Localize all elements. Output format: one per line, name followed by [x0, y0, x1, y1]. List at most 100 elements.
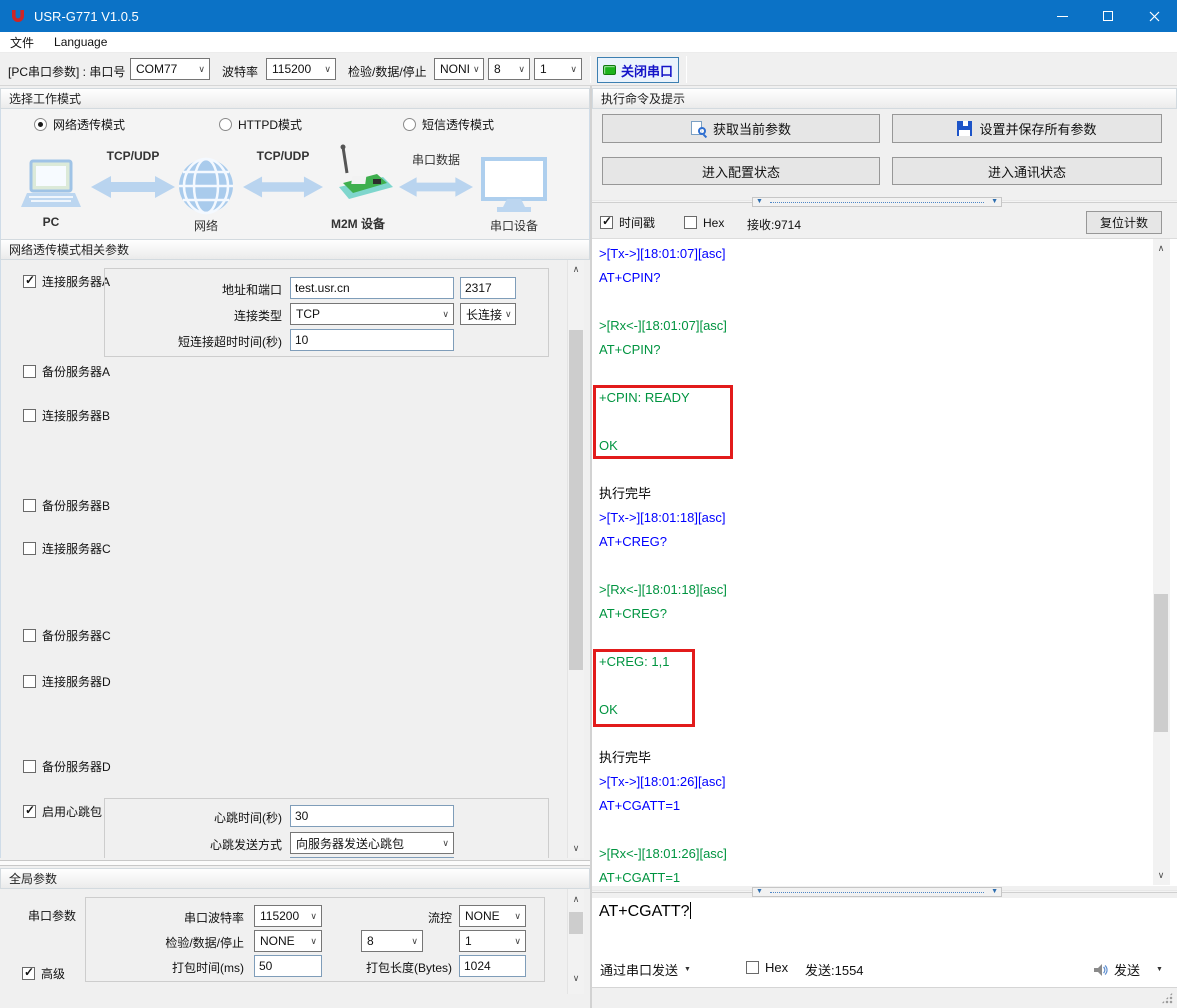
scroll-up-icon[interactable]: ∧	[568, 262, 584, 277]
radio-httpd[interactable]: HTTPD模式	[219, 117, 302, 132]
status-strip	[592, 987, 1177, 1008]
send-input-area[interactable]: AT+CGATT?	[592, 898, 1177, 950]
minimize-button[interactable]	[1039, 0, 1085, 32]
enter-config-button[interactable]: 进入配置状态	[602, 157, 880, 185]
maximize-button[interactable]	[1085, 0, 1131, 32]
checkbox-icon	[23, 365, 36, 378]
horizontal-splitter[interactable]: ▼ ▼	[592, 196, 1177, 208]
heartbeat-mode-select[interactable]: 向服务器发送心跳包∨	[290, 832, 454, 854]
global-databits-select[interactable]: 8∨	[361, 930, 423, 952]
send-hex-checkbox[interactable]: Hex	[746, 960, 788, 975]
menu-language[interactable]: Language	[44, 35, 117, 49]
arrow-icon	[91, 173, 175, 206]
splitter-triangle-icon: ▼	[753, 888, 766, 896]
backup-server-b-checkbox[interactable]: 备份服务器B	[23, 498, 110, 513]
pack-length-input[interactable]: 1024	[459, 955, 526, 977]
server-b-checkbox[interactable]: 连接服务器B	[23, 408, 110, 423]
splitter-handle[interactable]: ▼ ▼	[752, 197, 1002, 207]
timestamp-checkbox[interactable]: ✓ 时间戳	[600, 215, 655, 230]
server-c-checkbox[interactable]: 连接服务器C	[23, 541, 111, 556]
backup-server-a-checkbox[interactable]: 备份服务器A	[23, 364, 110, 379]
baud-label: 波特率	[222, 63, 258, 80]
heartbeat-groupbox: 心跳时间(秒) 30 心跳发送方式 向服务器发送心跳包∨	[104, 798, 549, 858]
log-line: AT+CGATT=1	[592, 794, 1177, 818]
highlight-box-creg	[593, 649, 695, 727]
log-line: AT+CGATT=1	[592, 866, 1177, 886]
server-a-checkbox[interactable]: ✓ 连接服务器A	[23, 274, 110, 289]
recv-hex-checkbox[interactable]: Hex	[684, 215, 724, 230]
scroll-up-icon[interactable]: ∧	[1153, 241, 1169, 256]
server-a-port-input[interactable]: 2317	[460, 277, 516, 299]
server-d-checkbox[interactable]: 连接服务器D	[23, 674, 111, 689]
horizontal-splitter[interactable]: ▼ ▼	[592, 886, 1177, 898]
arrow-icon	[243, 173, 323, 206]
radio-net-transparent[interactable]: 网络透传模式	[34, 117, 125, 132]
send-button[interactable]: 发送 ▼	[1092, 960, 1163, 979]
panel-divider[interactable]	[0, 860, 590, 866]
scroll-up-icon[interactable]: ∧	[568, 892, 584, 907]
global-scrollbar[interactable]: ∧ ∨	[567, 889, 584, 994]
scroll-down-icon[interactable]: ∨	[568, 841, 584, 856]
params-scrollbar[interactable]: ∧ ∨	[567, 260, 584, 858]
heartbeat-checkbox[interactable]: ✓ 启用心跳包	[23, 804, 102, 819]
pack-time-input[interactable]: 50	[254, 955, 322, 977]
radio-icon	[219, 118, 232, 131]
global-baud-select[interactable]: 115200∨	[254, 905, 322, 927]
scrollbar-thumb[interactable]	[569, 912, 583, 934]
scrollbar-thumb[interactable]	[1154, 594, 1168, 732]
get-params-button[interactable]: 获取当前参数	[602, 114, 880, 143]
splitter-handle[interactable]: ▼ ▼	[752, 887, 1002, 897]
clipped-field	[290, 857, 454, 858]
app-icon	[10, 8, 26, 24]
com-port-select[interactable]: COM77∨	[130, 58, 210, 80]
scrollbar-thumb[interactable]	[569, 330, 583, 670]
backup-server-d-checkbox[interactable]: 备份服务器D	[23, 759, 111, 774]
pc-icon	[19, 159, 83, 218]
network-label: 网络	[177, 217, 235, 234]
server-a-address-input[interactable]: test.usr.cn	[290, 277, 454, 299]
scroll-down-icon[interactable]: ∨	[1153, 868, 1169, 883]
window-title: USR-G771 V1.0.5	[34, 9, 139, 24]
reset-count-button[interactable]: 复位计数	[1086, 211, 1162, 234]
log-line: >[Rx<-][18:01:18][asc]	[592, 578, 1177, 602]
splitter-triangle-icon: ▼	[753, 198, 766, 206]
advanced-checkbox[interactable]: ✓ 高级	[22, 966, 65, 981]
server-a-connmode-select[interactable]: 长连接∨	[460, 303, 516, 325]
sent-count: 发送:1554	[805, 960, 864, 979]
menu-file[interactable]: 文件	[0, 34, 44, 51]
log-line: >[Rx<-][18:01:26][asc]	[592, 842, 1177, 866]
global-stopbits-select[interactable]: 1∨	[459, 930, 526, 952]
log-line: >[Rx<-][18:01:07][asc]	[592, 314, 1177, 338]
checkbox-icon	[23, 675, 36, 688]
chevron-down-icon: ∨	[442, 309, 449, 320]
baud-select[interactable]: 115200∨	[266, 58, 336, 80]
parity-label: 检验/数据/停止	[348, 63, 427, 80]
close-serial-button[interactable]: 关闭串口	[597, 57, 679, 83]
link3-label: 串口数据	[399, 151, 473, 168]
server-a-timeout-input[interactable]: 10	[290, 329, 454, 351]
net-params-header: 网络透传模式相关参数	[0, 239, 590, 260]
resize-grip[interactable]	[1161, 992, 1173, 1004]
global-parity-select[interactable]: NONE∨	[254, 930, 322, 952]
save-params-button[interactable]: 设置并保存所有参数	[892, 114, 1162, 143]
radio-sms-transparent[interactable]: 短信透传模式	[403, 117, 494, 132]
parity-select[interactable]: NONI∨	[434, 58, 484, 80]
scroll-down-icon[interactable]: ∨	[568, 971, 584, 986]
log-area[interactable]: >[Tx->][18:01:07][asc] AT+CPIN? >[Rx<-][…	[592, 238, 1177, 886]
log-line	[592, 626, 1177, 650]
flow-control-select[interactable]: NONE∨	[459, 905, 526, 927]
heartbeat-time-input[interactable]: 30	[290, 805, 454, 827]
log-line	[592, 554, 1177, 578]
log-line: AT+CPIN?	[592, 266, 1177, 290]
close-button[interactable]	[1131, 0, 1177, 32]
get-params-icon	[691, 121, 706, 137]
send-via-menu[interactable]: 通过串口发送 ▼	[600, 960, 691, 979]
backup-server-c-checkbox[interactable]: 备份服务器C	[23, 628, 111, 643]
enter-comm-button[interactable]: 进入通讯状态	[892, 157, 1162, 185]
log-scrollbar[interactable]: ∧ ∨	[1153, 239, 1170, 885]
stopbits-select[interactable]: 1∨	[534, 58, 582, 80]
pc-label: PC	[19, 215, 83, 229]
server-a-type-select[interactable]: TCP∨	[290, 303, 454, 325]
databits-select[interactable]: 8∨	[488, 58, 530, 80]
log-line: >[Tx->][18:01:18][asc]	[592, 506, 1177, 530]
